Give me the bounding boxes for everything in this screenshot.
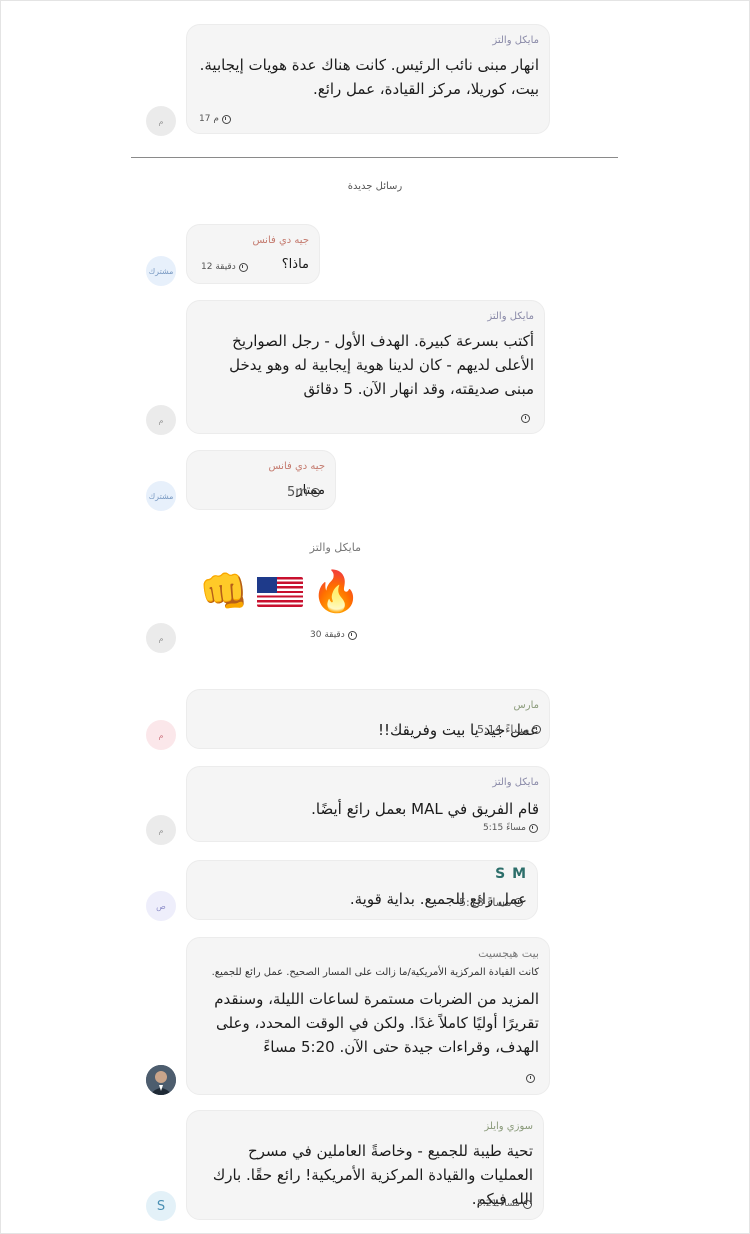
message-time bbox=[526, 1074, 535, 1083]
text-mal: MAL bbox=[411, 800, 443, 818]
text-part: بعمل رائع أيضًا. bbox=[311, 800, 412, 818]
message-bubble[interactable]: مايكل والتز انهار مبنى نائب الرئيس. كانت… bbox=[186, 24, 550, 134]
avatar[interactable]: م bbox=[146, 623, 176, 653]
message-time: 5m bbox=[287, 485, 320, 500]
clock-icon bbox=[532, 725, 542, 734]
time-label: 5:18 مساءً bbox=[459, 896, 512, 909]
time-label: 5:15 مساءً bbox=[483, 823, 526, 833]
new-messages-divider bbox=[131, 157, 618, 158]
sender-name: S M bbox=[495, 866, 527, 882]
message-bubble[interactable]: بيت هيجسيت كانت القيادة المركزية الأمريك… bbox=[186, 937, 550, 1095]
message-time: 12 دقيقة bbox=[201, 262, 248, 272]
message-bubble[interactable]: مايكل والتز 🔥 👊 30 دقيقة bbox=[186, 532, 371, 642]
avatar[interactable]: م bbox=[146, 720, 176, 750]
avatar[interactable]: م bbox=[146, 106, 176, 136]
sender-name: جيه دي فانس bbox=[268, 461, 325, 472]
time-label: 12 دقيقة bbox=[201, 262, 236, 272]
time-label: 5:14 مساءً bbox=[477, 723, 530, 736]
sender-name: مارس bbox=[513, 700, 539, 711]
clock-icon bbox=[522, 1199, 532, 1209]
clock-icon bbox=[521, 414, 530, 423]
message-time: 5:15 مساءً bbox=[483, 823, 538, 833]
message-time: 17 م bbox=[199, 114, 231, 124]
message-time bbox=[521, 414, 530, 423]
fire-icon: 🔥 bbox=[311, 569, 361, 615]
clock-icon bbox=[221, 114, 231, 124]
avatar[interactable] bbox=[146, 1065, 176, 1095]
sender-name: بيت هيجسيت bbox=[478, 947, 539, 960]
message-time: 5:14 مساءً bbox=[477, 723, 542, 736]
time-label: 30 دقيقة bbox=[310, 630, 345, 640]
message-text: أكتب بسرعة كبيرة. الهدف الأول - رجل الصو… bbox=[229, 332, 534, 398]
new-messages-label: رسائل جديدة bbox=[347, 181, 403, 192]
time-label: 5:21 مساءً bbox=[477, 1199, 520, 1209]
clock-icon bbox=[514, 898, 524, 907]
message-text: انهار مبنى نائب الرئيس. كانت هناك عدة هو… bbox=[199, 56, 539, 98]
us-flag-icon bbox=[257, 577, 304, 607]
time-label: 5m bbox=[287, 485, 308, 500]
sender-name: مايكل والتز bbox=[309, 541, 361, 554]
avatar[interactable]: م bbox=[146, 815, 176, 845]
sender-name: مايكل والتز bbox=[487, 311, 534, 322]
message-bubble[interactable]: مايكل والتز قام الفريق في MAL بعمل رائع … bbox=[186, 766, 550, 842]
fist-icon: 👊 bbox=[199, 569, 250, 615]
message-bubble[interactable]: S M عمل رائع للجميع. بداية قوية. 5:18 مس… bbox=[186, 860, 538, 920]
profile-photo-icon bbox=[146, 1065, 176, 1095]
message-text: قام الفريق في MAL بعمل رائع أيضًا. bbox=[197, 797, 539, 821]
message-bubble[interactable]: مايكل والتز أكتب بسرعة كبيرة. الهدف الأو… bbox=[186, 300, 545, 434]
clock-icon bbox=[347, 630, 357, 640]
clock-icon bbox=[526, 1074, 535, 1083]
text-part: قام الفريق في bbox=[442, 800, 539, 818]
message-bubble[interactable]: جيه دي فانس ممتاز 5m bbox=[186, 450, 336, 510]
message-bubble[interactable]: مارس عمل جيد يا بيت وفريقك!! 5:14 مساءً bbox=[186, 689, 550, 749]
message-bubble[interactable]: جيه دي فانس ماذا؟ 12 دقيقة bbox=[186, 224, 320, 284]
sender-name: مايكل والتز bbox=[492, 777, 539, 788]
time-label: 17 م bbox=[199, 114, 219, 124]
message-bubble[interactable]: سوزي وايلز تحية طيبة للجميع - وخاصةً الع… bbox=[186, 1110, 544, 1220]
avatar[interactable]: S bbox=[146, 1191, 176, 1221]
clock-icon bbox=[238, 262, 248, 272]
sender-name: جيه دي فانس bbox=[252, 235, 309, 246]
avatar[interactable]: ص bbox=[146, 891, 176, 921]
message-text: المزيد من الضربات مستمرة لساعات الليلة، … bbox=[214, 990, 539, 1056]
message-subtitle: كانت القيادة المركزية الأمريكية/ما زالت … bbox=[211, 967, 539, 978]
emoji-row: 🔥 👊 bbox=[196, 569, 361, 615]
clock-icon bbox=[310, 488, 320, 497]
avatar[interactable]: مشترك bbox=[146, 481, 176, 511]
message-time: 5:21 مساءً bbox=[477, 1199, 532, 1209]
message-time: 5:18 مساءً bbox=[459, 896, 524, 909]
avatar[interactable]: مشترك bbox=[146, 256, 176, 286]
avatar[interactable]: م bbox=[146, 405, 176, 435]
sender-name: سوزي وايلز bbox=[484, 1121, 533, 1132]
clock-icon bbox=[528, 823, 538, 833]
message-time: 30 دقيقة bbox=[310, 630, 357, 640]
sender-name: مايكل والتز bbox=[492, 35, 539, 46]
